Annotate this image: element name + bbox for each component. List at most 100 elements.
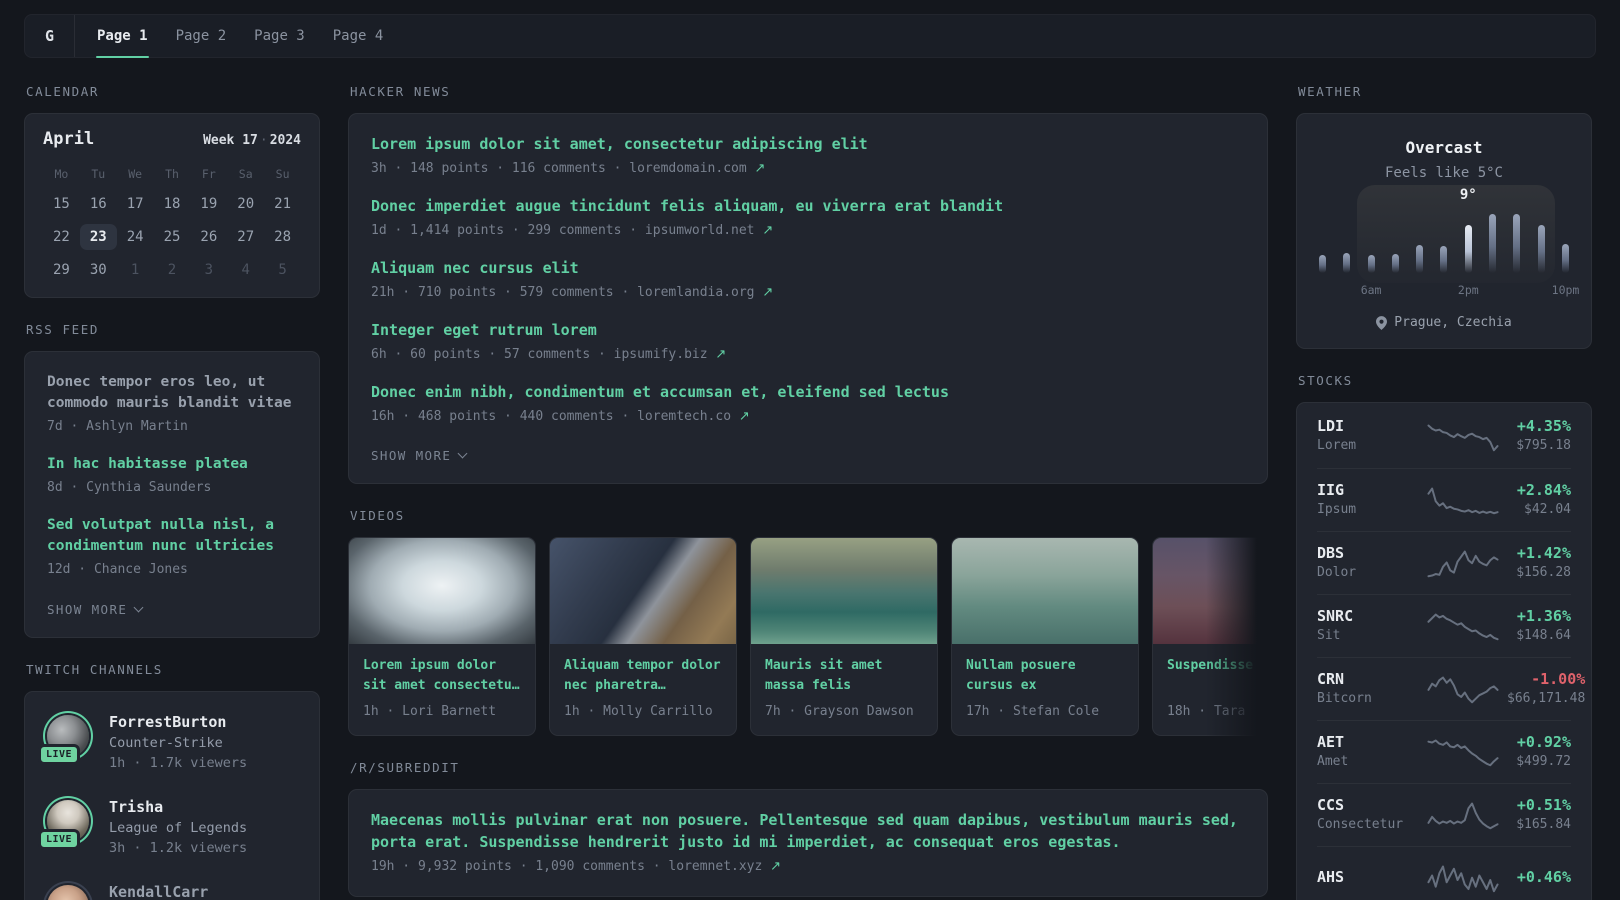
twitch-channel[interactable]: KendallCarr [43,882,301,900]
stock-change: +1.42% [1516,543,1571,562]
avatar: LIVE [38,799,89,850]
twitch-channel[interactable]: LIVE Trisha League of Legends 3h · 1.2k vie… [38,797,301,858]
video-thumbnail [349,537,535,644]
video-title: Mauris sit amet massa felis [765,657,883,693]
stock-symbol-block: LDI Lorem [1317,417,1419,455]
video-card[interactable]: Suspendisse diam 18h · Tara [1152,536,1268,737]
video-thumbnail [1153,537,1268,644]
stock-row[interactable]: AHS +0.46% [1317,846,1571,900]
stock-row[interactable]: DBS Dolor +1.42% $156.28 [1317,531,1571,594]
videos-row: Lorem ipsum dolor sit amet consectetu… 1h… [348,536,1268,737]
hackernews-show-more-button[interactable]: SHOW MORE [371,448,468,463]
hackernews-item-meta: 16h · 468 points · 440 comments · loremt… [371,408,1245,426]
tab-page-2[interactable]: Page 2 [162,15,241,57]
twitch-channel-info: KendallCarr [109,882,208,900]
rss-item-link[interactable]: In hac habitasse platea [47,454,297,475]
hackernews-item: Integer eget rutrum lorem 6h · 60 points … [371,320,1245,364]
hackernews-item-link[interactable]: Aliquam nec cursus elit [371,258,1245,280]
rss-item-meta: 8d · Cynthia Saunders [47,480,212,496]
stock-symbol: SNRC [1317,606,1354,625]
stock-row[interactable]: LDI Lorem +4.35% $795.18 [1317,405,1571,468]
video-card[interactable]: Nullam posuere cursus ex 17h · Stefan Col… [951,536,1139,737]
calendar-day: 30 [89,262,107,278]
stock-price: $66,171.48 [1507,690,1586,706]
stock-change: +2.84% [1516,480,1571,499]
twitch-channel-info: Trisha League of Legends 3h · 1.2k viewers [109,797,247,858]
twitch-channel-name: Trisha [109,797,164,816]
weather-bar [1561,244,1569,273]
calendar-day: 26 [200,229,218,245]
weather-location-row: Prague, Czechia [1315,315,1573,330]
weather-widget: Overcast Feels like 5°C 9° 6am 2pm 10pm Pr… [1296,113,1592,349]
twitch-channel-game: Counter-Strike [109,734,223,751]
calendar-week-info: Week 17 · 2024 [203,133,301,148]
hackernews-item-meta-text: 16h · 468 points · 440 comments · loremt… [371,408,739,424]
video-meta: 17h · Stefan Cole [966,703,1100,719]
app-logo[interactable]: G [25,27,74,45]
hackernews-item-link[interactable]: Donec imperdiet augue tincidunt felis al… [371,196,1245,218]
subreddit-section: /R/SUBREDDIT Maecenas mollis pulvinar er… [348,760,1268,897]
hackernews-section-title: HACKER NEWS [350,84,451,99]
weather-location: Prague, Czechia [1394,315,1512,330]
stock-row[interactable]: SNRC Sit +1.36% $148.64 [1317,594,1571,657]
subreddit-post-link[interactable]: Maecenas mollis pulvinar erat non posuer… [371,810,1245,854]
stock-symbol-block: IIG Ipsum [1317,481,1419,519]
rss-item-link[interactable]: Sed volutpat nulla nisl, a condimentum n… [47,515,297,557]
daylight-highlight [1357,185,1556,283]
video-card[interactable]: Aliquam tempor dolor nec pharetra… 1h · M… [549,536,737,737]
calendar-day: 24 [126,229,144,245]
weather-bar-chart: 9° [1319,185,1569,283]
hackernews-item-link[interactable]: Integer eget rutrum lorem [371,320,1245,342]
rss-show-more-button[interactable]: SHOW MORE [47,601,144,617]
stock-change-block: +4.35% $795.18 [1507,417,1571,455]
video-thumbnail [952,537,1138,644]
weather-time-axis: 6am 2pm 10pm [1319,283,1580,299]
show-more-label: SHOW MORE [47,601,128,617]
video-card[interactable]: Lorem ipsum dolor sit amet consectetu… 1h… [348,536,536,737]
dashboard-grid: CALENDAR April Week 17 · 2024 Mo Tu We Th Fr Sa… [0,58,1620,900]
top-nav: G Page 1 Page 2 Page 3 Page 4 [24,14,1596,58]
stock-row[interactable]: IIG Ipsum +2.84% $42.04 [1317,468,1571,531]
twitch-channel-name: ForrestBurton [109,712,227,731]
calendar-header: April Week 17 · 2024 [43,129,301,149]
external-link-icon: ↗ [738,408,750,424]
stock-sparkline [1427,800,1499,830]
twitch-channel-list: LIVE ForrestBurton Counter-Strike 1h · 1.7k… [38,712,301,900]
hackernews-item: Aliquam nec cursus elit 21h · 710 points … [371,258,1245,302]
video-card[interactable]: Mauris sit amet massa felis 7h · Grayson … [750,536,938,737]
calendar-week-number: Week 17 [203,133,258,148]
weather-bar [1513,214,1521,273]
weather-bar [1367,255,1375,273]
stock-name: Consectetur [1317,816,1404,832]
calendar-widget: April Week 17 · 2024 Mo Tu We Th Fr Sa Su 15 16 17 1… [24,113,320,298]
stock-row[interactable]: AET Amet +0.92% $499.72 [1317,720,1571,783]
stock-name: Bitcorn [1317,690,1372,706]
stock-change: +0.92% [1516,732,1571,751]
stock-row[interactable]: CCS Consectetur +0.51% $165.84 [1317,783,1571,846]
twitch-channel[interactable]: LIVE ForrestBurton Counter-Strike 1h · 1.7k… [38,712,301,773]
stock-symbol: DBS [1317,543,1345,562]
weather-bar [1319,255,1326,273]
stock-change-block: +0.51% $165.84 [1507,796,1571,834]
videos-section: VIDEOS Lorem ipsum dolor sit amet consec… [348,508,1268,737]
tab-page-1[interactable]: Page 1 [83,15,162,58]
subreddit-widget: Maecenas mollis pulvinar erat non posuer… [348,789,1268,897]
rss-item-meta: 7d · Ashlyn Martin [47,419,188,435]
calendar-day: 22 [52,229,70,245]
tab-page-3[interactable]: Page 3 [240,15,319,57]
chevron-down-icon [133,602,144,613]
video-meta: 1h · Molly Carrillo [564,703,713,719]
video-title: Aliquam tempor dolor nec pharetra… [564,657,721,693]
calendar-year: 2024 [269,133,301,148]
stock-symbol: AET [1317,732,1345,751]
tab-page-4[interactable]: Page 4 [319,15,398,57]
weather-section-title: WEATHER [1298,84,1362,99]
stocks-section: STOCKS LDI Lorem +4.35% $795.18 IIG Ipsum +2.8… [1296,373,1592,900]
calendar-day: 2 [167,262,177,278]
hackernews-item-link[interactable]: Lorem ipsum dolor sit amet, consectetur … [371,134,1245,156]
videos-carousel: Lorem ipsum dolor sit amet consectetu… 1h… [348,536,1268,737]
stock-change-block: +2.84% $42.04 [1507,481,1571,519]
hackernews-item-link[interactable]: Donec enim nibh, condimentum et accumsan… [371,382,1245,404]
stock-row[interactable]: CRN Bitcorn -1.00% $66,171.48 [1317,657,1585,720]
rss-item-link[interactable]: Donec tempor eros leo, ut commodo mauris… [47,372,297,414]
